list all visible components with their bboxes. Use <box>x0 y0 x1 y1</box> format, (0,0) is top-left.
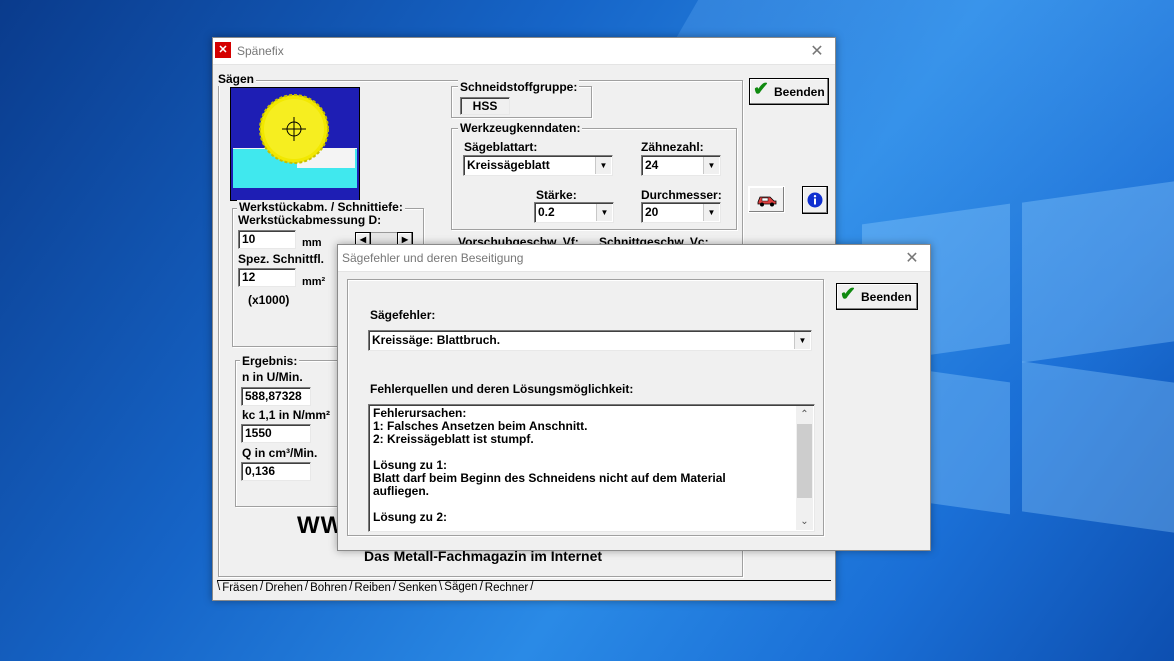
result-group-label: Ergebnis: <box>240 354 300 368</box>
tab-bohren[interactable]: Bohren <box>308 582 349 594</box>
main-titlebar: ✕ Spänefix ✕ <box>213 38 835 65</box>
dimension-field[interactable]: 10 <box>238 230 296 249</box>
calculator-button[interactable] <box>748 186 785 213</box>
blade-type-value: Kreissägeblatt <box>467 158 550 172</box>
tab-saegen[interactable]: Sägen <box>442 581 479 593</box>
chevron-down-icon[interactable]: ▼ <box>596 204 612 221</box>
dimension-label: Werkstückabmessung D: <box>238 213 382 227</box>
close-icon[interactable]: ✕ <box>904 248 920 268</box>
thickness-value: 0.2 <box>538 205 555 219</box>
close-icon[interactable]: ✕ <box>809 41 825 61</box>
workpiece-group-label: Werkstückabm. / Schnittiefe: <box>237 200 405 214</box>
chevron-down-icon[interactable]: ⌄ <box>796 513 813 530</box>
diameter-label: Durchmesser: <box>641 188 722 202</box>
saw-blade-image <box>233 94 357 188</box>
blade-type-label: Sägeblattart: <box>464 140 538 154</box>
windows-logo-pane-br <box>1022 361 1174 533</box>
saw-group-label: Sägen <box>216 72 257 86</box>
specific-label: Spez. Schnittfl. <box>238 252 325 266</box>
blade-type-select[interactable]: Kreissägeblatt ▼ <box>463 155 613 176</box>
dialog-title: Sägefehler und deren Beseitigung <box>342 251 524 265</box>
saw-fault-dialog: Sägefehler und deren Beseitigung ✕ Sägef… <box>337 244 931 551</box>
dimension-unit: mm <box>302 237 322 249</box>
thickness-select[interactable]: 0.2 ▼ <box>534 202 614 223</box>
cutting-material-label: Schneidstoffgruppe: <box>458 80 580 94</box>
thickness-label: Stärke: <box>536 188 577 202</box>
windows-logo-pane-tr <box>1022 181 1174 363</box>
info-button[interactable] <box>802 186 828 214</box>
teeth-select[interactable]: 24 ▼ <box>641 155 721 176</box>
dialog-end-button-label: Beenden <box>861 290 912 304</box>
fault-label: Sägefehler: <box>370 308 436 322</box>
q-label: Q in cm³/Min. <box>242 446 318 460</box>
teeth-label: Zähnezahl: <box>641 140 704 154</box>
saw-illustration <box>230 87 360 201</box>
chevron-down-icon[interactable]: ▼ <box>703 157 719 174</box>
tab-rechner[interactable]: Rechner <box>483 582 530 594</box>
dialog-end-button[interactable]: ✔ Beenden <box>836 283 918 310</box>
tab-drehen[interactable]: Drehen <box>263 582 305 594</box>
teeth-value: 24 <box>645 158 659 172</box>
check-icon: ✔ <box>753 79 769 100</box>
n-label: n in U/Min. <box>242 370 303 384</box>
main-window-title: Spänefix <box>237 44 284 58</box>
chevron-up-icon[interactable]: ⌃ <box>796 406 813 423</box>
fault-value: Kreissäge: Blattbruch. <box>372 333 501 347</box>
diameter-value: 20 <box>645 205 659 219</box>
sources-label: Fehlerquellen und deren Lösungsmöglichke… <box>370 382 634 396</box>
kc-field: 1550 <box>241 424 311 443</box>
fault-select[interactable]: Kreissäge: Blattbruch. ▼ <box>368 330 812 351</box>
module-tabs: \ Fräsen / Drehen / Bohren / Reiben / Senken \ Säge… <box>217 580 831 597</box>
n-field: 588,87328 <box>241 387 311 406</box>
scroll-thumb[interactable] <box>797 424 812 498</box>
diameter-select[interactable]: 20 ▼ <box>641 202 721 223</box>
dialog-titlebar: Sägefehler und deren Beseitigung ✕ <box>338 245 930 272</box>
tab-fraesen[interactable]: Fräsen <box>220 582 260 594</box>
sources-text: Fehlerursachen: 1: Falsches Ansetzen bei… <box>373 406 726 524</box>
tab-senken[interactable]: Senken <box>396 582 439 594</box>
chevron-down-icon[interactable]: ▼ <box>595 157 611 174</box>
chevron-down-icon[interactable]: ▼ <box>794 332 810 349</box>
app-icon: ✕ <box>215 42 231 58</box>
q-field: 0,136 <box>241 462 311 481</box>
main-end-button[interactable]: ✔ Beenden <box>749 78 829 105</box>
specific-field[interactable]: 12 <box>238 268 296 287</box>
tab-reiben[interactable]: Reiben <box>352 582 392 594</box>
multiplier-label: (x1000) <box>248 293 290 307</box>
kc-label: kc 1,1 in N/mm² <box>242 408 331 422</box>
chevron-down-icon[interactable]: ▼ <box>703 204 719 221</box>
check-icon: ✔ <box>840 284 856 305</box>
info-icon <box>807 192 823 208</box>
car-icon <box>757 196 777 207</box>
tool-data-label: Werkzeugkenndaten: <box>458 121 583 135</box>
cutting-material-field: HSS <box>460 97 510 115</box>
specific-unit: mm² <box>302 276 326 288</box>
sources-textarea[interactable]: Fehlerursachen: 1: Falsches Ansetzen bei… <box>368 404 815 532</box>
sources-scrollbar[interactable]: ⌃ ⌄ <box>796 406 813 530</box>
main-end-button-label: Beenden <box>774 85 825 99</box>
